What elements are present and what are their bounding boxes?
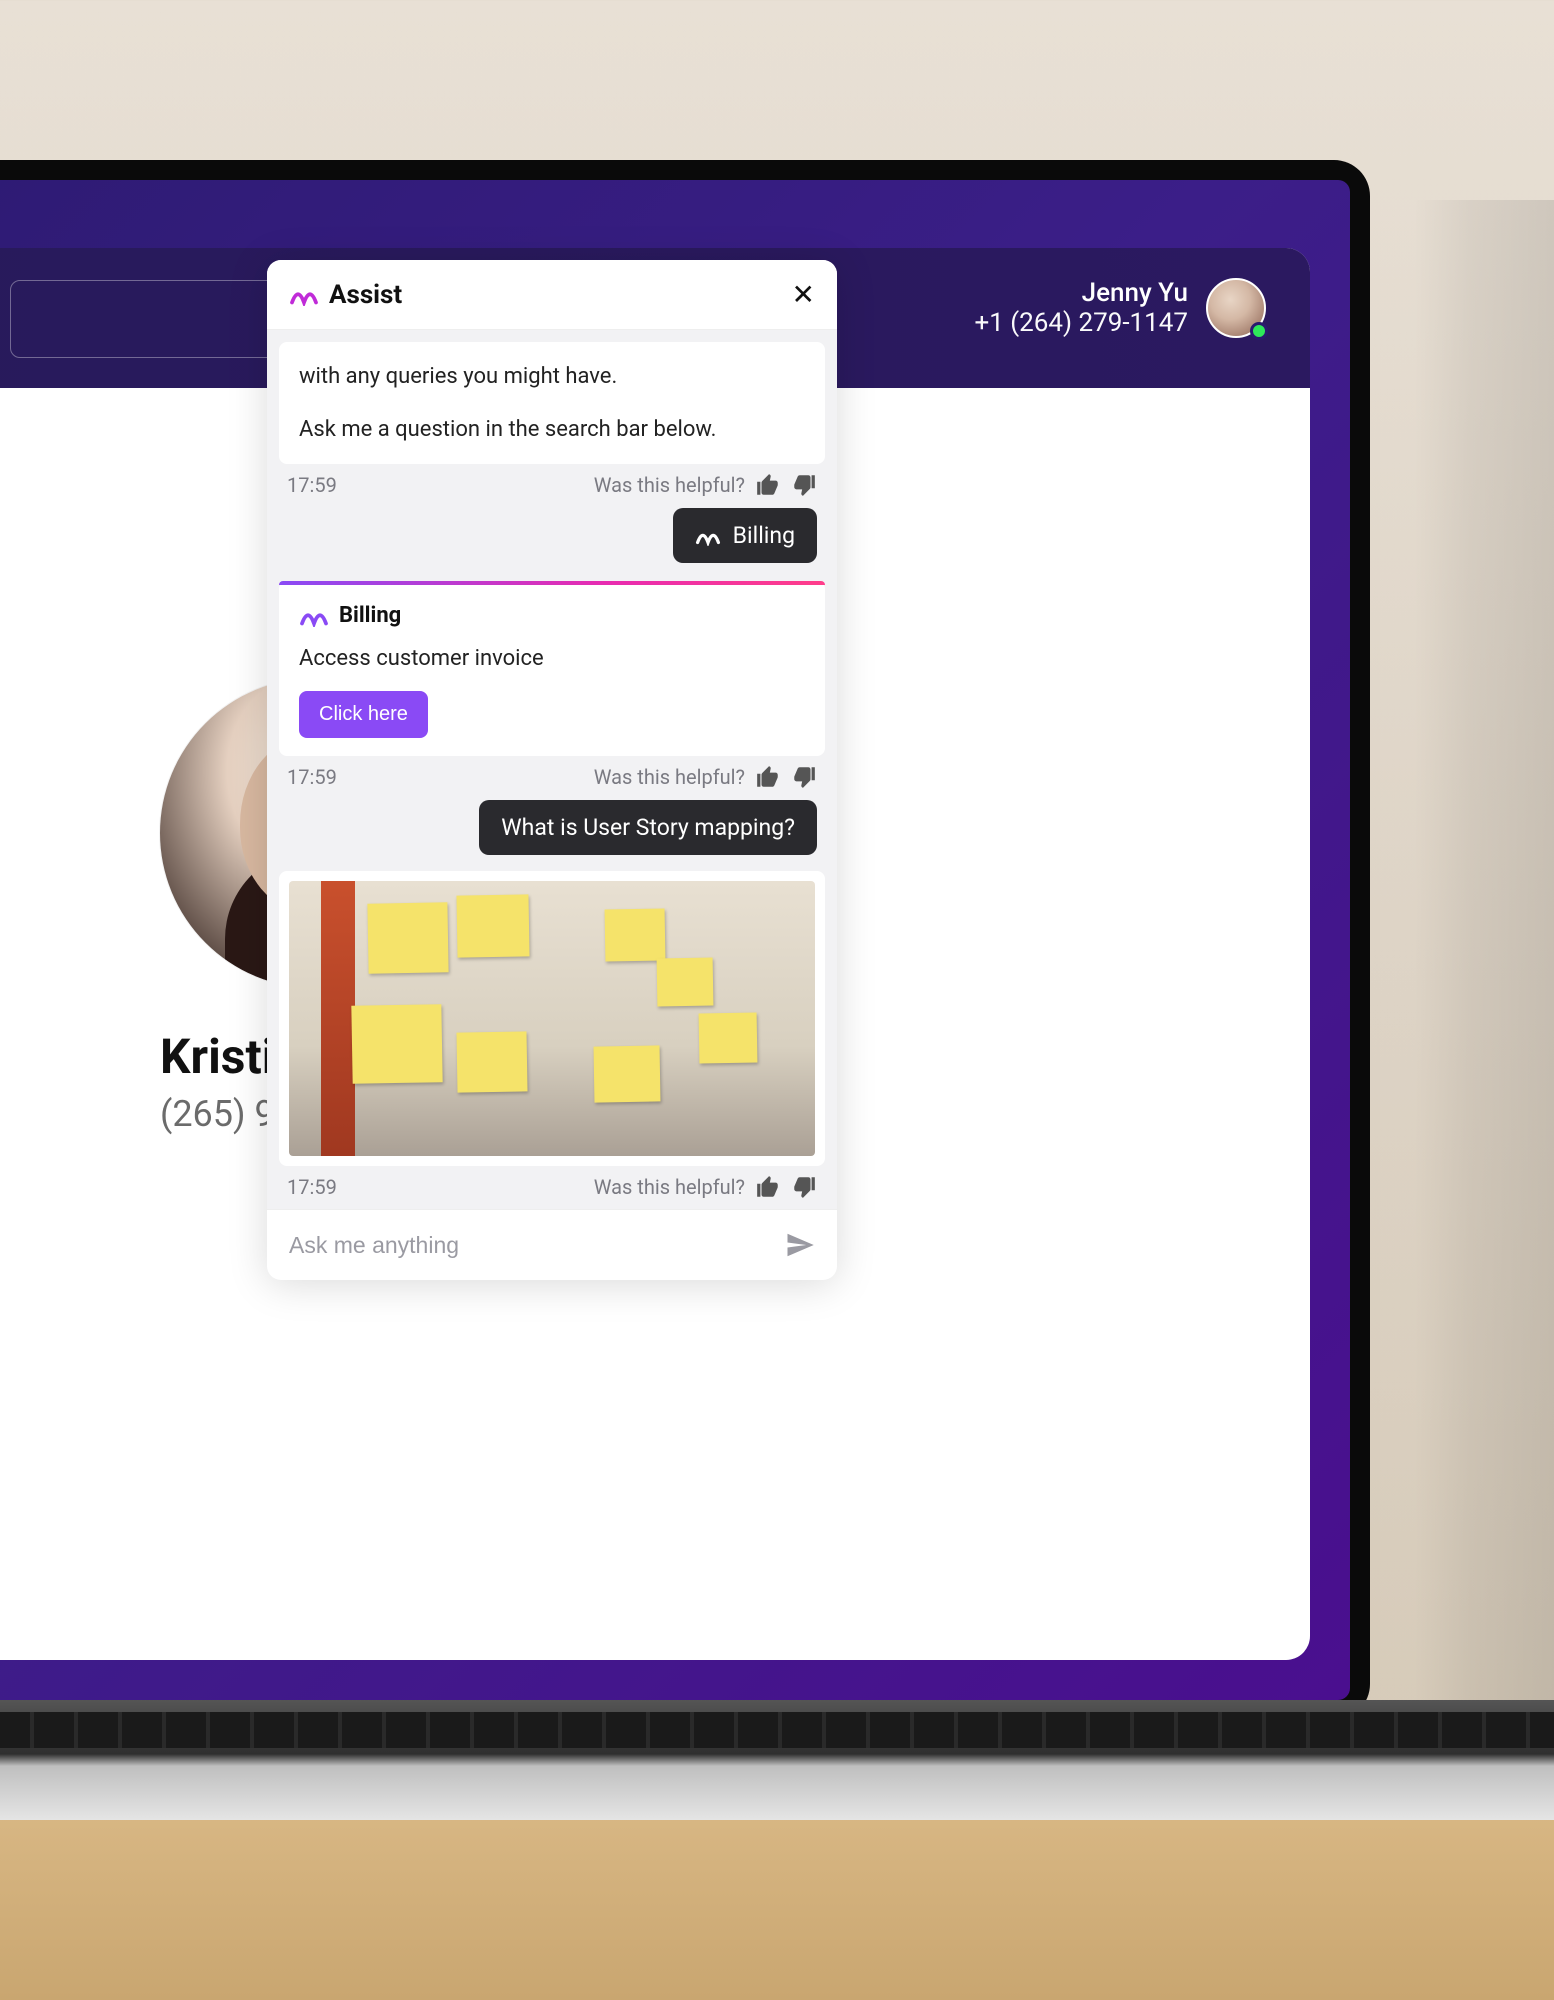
user-billing-text: Billing	[733, 522, 795, 549]
current-user-name: Jenny Yu	[974, 278, 1188, 308]
user-pill: What is User Story mapping?	[479, 800, 817, 855]
billing-time: 17:59	[287, 765, 337, 789]
keyboard-keys	[0, 1712, 1554, 1748]
close-icon[interactable]: ✕	[792, 278, 815, 311]
thumb-down-icon[interactable]	[791, 472, 817, 498]
current-user-phone: +1 (264) 279-1147	[974, 308, 1188, 338]
current-user-text: Jenny Yu +1 (264) 279-1147	[974, 278, 1188, 338]
story-image-card	[279, 871, 825, 1166]
assist-logo-icon	[299, 605, 329, 627]
assist-title: Assist	[329, 280, 402, 310]
billing-heading: Billing	[339, 599, 401, 632]
user-message-billing: Billing	[279, 502, 825, 569]
billing-card: Billing Access customer invoice Click he…	[279, 581, 825, 756]
laptop-keyboard	[0, 1700, 1554, 1820]
helpful-label: Was this helpful?	[594, 765, 745, 789]
thumb-down-icon[interactable]	[791, 764, 817, 790]
image-time: 17:59	[287, 1175, 337, 1199]
helpful-label: Was this helpful?	[594, 473, 745, 497]
thumb-up-icon[interactable]	[755, 472, 781, 498]
intro-line-1: with any queries you might have.	[299, 360, 805, 393]
thumb-up-icon[interactable]	[755, 764, 781, 790]
assist-input-row	[267, 1209, 837, 1280]
billing-heading-row: Billing	[299, 599, 805, 632]
user-pill: Billing	[673, 508, 817, 563]
intro-time: 17:59	[287, 473, 337, 497]
thumb-up-icon[interactable]	[755, 1174, 781, 1200]
user-story-text: What is User Story mapping?	[501, 814, 795, 841]
sticky-note-board-image	[289, 881, 815, 1156]
helpful-label: Was this helpful?	[594, 1175, 745, 1199]
desk-surface	[0, 1800, 1554, 2000]
billing-desc: Access customer invoice	[299, 642, 805, 675]
chat-body[interactable]: with any queries you might have. Ask me …	[267, 330, 837, 1209]
assist-panel: Assist ✕ with any queries you might have…	[267, 260, 837, 1280]
image-meta: 17:59 Was this helpful?	[279, 1166, 825, 1204]
assist-header: Assist ✕	[267, 260, 837, 330]
thumb-down-icon[interactable]	[791, 1174, 817, 1200]
user-message-story: What is User Story mapping?	[279, 794, 825, 861]
assist-logo-icon	[695, 526, 721, 546]
assist-logo-icon	[289, 284, 319, 306]
billing-meta: 17:59 Was this helpful?	[279, 756, 825, 794]
click-here-button[interactable]: Click here	[299, 691, 428, 738]
intro-meta: 17:59 Was this helpful?	[279, 464, 825, 502]
intro-line-2: Ask me a question in the search bar belo…	[299, 413, 805, 446]
assist-title-wrap: Assist	[289, 280, 402, 310]
assist-text-input[interactable]	[289, 1232, 771, 1259]
current-user-avatar[interactable]	[1206, 278, 1266, 338]
status-online-icon	[1250, 322, 1268, 340]
assistant-intro-card: with any queries you might have. Ask me …	[279, 342, 825, 464]
send-icon[interactable]	[785, 1230, 815, 1260]
current-user-block[interactable]: Jenny Yu +1 (264) 279-1147	[974, 278, 1266, 338]
